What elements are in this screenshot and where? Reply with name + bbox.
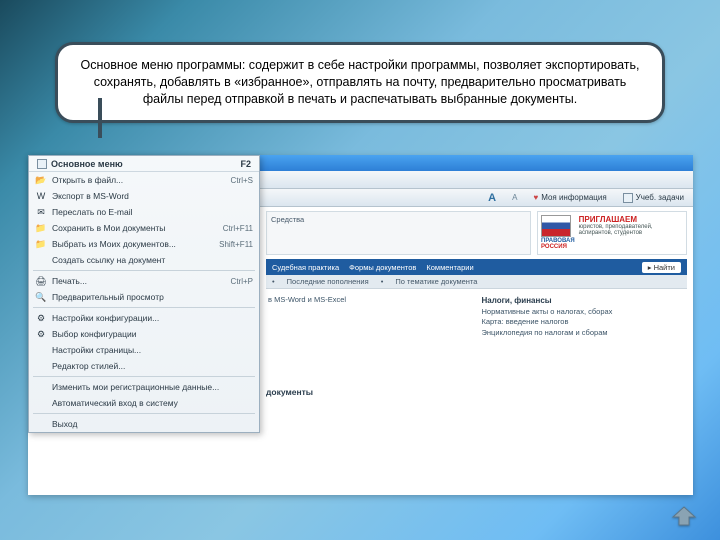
column-left: в MS-Word и MS-Excel — [268, 295, 472, 338]
banner-right[interactable]: ПРАВОВАЯ РОССИЯ ПРИГЛАШАЕМ юристов, преп… — [537, 211, 687, 255]
menu-separator — [33, 413, 255, 414]
my-info-button[interactable]: ♥Моя информация — [528, 191, 611, 204]
menu-item[interactable]: W Экспорт в MS-Word — [29, 188, 259, 204]
menu-item-label: Сохранить в Мои документы — [52, 223, 165, 233]
main-menu-header: Основное меню F2 — [29, 156, 259, 172]
page-up-arrow-icon[interactable] — [668, 504, 700, 528]
nav-item[interactable]: Судебная практика — [272, 263, 339, 272]
menu-item-icon: 📂 — [35, 174, 47, 186]
menu-item-label: Открыть в файл... — [52, 175, 123, 185]
menu-separator — [33, 376, 255, 377]
main-menu-dropdown: Основное меню F2 📂 Открыть в файл... Ctrl+… — [28, 155, 260, 433]
menu-item[interactable]: ⚙ Выбор конфигурации — [29, 326, 259, 342]
menu-item-label: Редактор стилей... — [52, 361, 125, 371]
menu-item-label: Автоматический вход в систему — [52, 398, 178, 408]
sub-tabs: •Последние пополнения •По тематике докум… — [266, 275, 687, 289]
menu-item-icon: 🔍 — [35, 291, 47, 303]
invite-text: юристов, преподавателей, аспирантов, сту… — [579, 224, 683, 237]
menu-item-icon — [35, 254, 47, 266]
menu-item-label: Изменить мои регистрационные данные... — [52, 382, 219, 392]
menu-item-icon: W — [35, 190, 47, 202]
menu-separator — [33, 270, 255, 271]
menu-item-icon: 🖨 — [35, 275, 47, 287]
menu-item[interactable]: Настройки страницы... — [29, 342, 259, 358]
font-smaller-button[interactable]: A — [507, 191, 522, 204]
callout-text: Основное меню программы: содержит в себе… — [80, 58, 639, 106]
menu-item-exit[interactable]: Выход — [29, 416, 259, 432]
menu-item[interactable]: Автоматический вход в систему — [29, 395, 259, 411]
menu-item-label: Экспорт в MS-Word — [52, 191, 129, 201]
menu-item[interactable]: 📁 Выбрать из Моих документов... Shift+F11 — [29, 236, 259, 252]
menu-item-hotkey: Ctrl+F11 — [223, 224, 253, 233]
menu-item-label: Печать... — [52, 276, 87, 286]
menu-item-hotkey: Ctrl+S — [231, 176, 253, 185]
col2-heading: Налоги, финансы — [482, 296, 552, 305]
menu-item[interactable]: ✉ Переслать по E-mail — [29, 204, 259, 220]
nav-item[interactable]: Комментарии — [426, 263, 473, 272]
menu-item-icon: ✉ — [35, 206, 47, 218]
font-larger-button[interactable]: A — [483, 190, 501, 206]
menu-item-icon: ⚙ — [35, 328, 47, 340]
menu-item-label: Настройки страницы... — [52, 345, 141, 355]
menu-item-label: Выбор конфигурации — [52, 329, 137, 339]
menu-item[interactable]: 🖨 Печать... Ctrl+P — [29, 273, 259, 289]
nav-item[interactable]: Формы документов — [349, 263, 416, 272]
menu-separator — [33, 307, 255, 308]
menu-item-icon — [35, 397, 47, 409]
menu-item[interactable]: Изменить мои регистрационные данные... — [29, 379, 259, 395]
menu-item-icon — [35, 344, 47, 356]
tasks-button[interactable]: Учеб. задачи — [618, 191, 689, 205]
link[interactable]: Энциклопедия по налогам и сборам — [482, 328, 686, 339]
menu-item-icon — [35, 381, 47, 393]
find-button[interactable]: ▸ Найти — [642, 262, 681, 273]
link[interactable]: Карта: введение налогов — [482, 317, 686, 328]
menu-item[interactable]: Редактор стилей... — [29, 358, 259, 374]
banner-left: Средства — [266, 211, 531, 255]
menu-header-icon — [37, 159, 47, 169]
column-right: Налоги, финансы Нормативные акты о налог… — [482, 295, 686, 338]
description-callout: Основное меню программы: содержит в себе… — [55, 42, 665, 123]
menu-header-hotkey: F2 — [240, 159, 251, 169]
menu-item[interactable]: 📁 Сохранить в Мои документы Ctrl+F11 — [29, 220, 259, 236]
app-window: КОНСУЛЬТАНТ ПЛЮС — Справочная правовая с… — [28, 155, 693, 495]
menu-item-label: Предварительный просмотр — [52, 292, 164, 302]
content-area: Средства ПРАВОВАЯ РОССИЯ ПРИГЛАШАЕМ юрис… — [260, 207, 693, 495]
link[interactable]: Нормативные акты о налогах, сборах — [482, 307, 686, 318]
menu-item-label: Переслать по E-mail — [52, 207, 133, 217]
menu-item[interactable]: ⚙ Настройки конфигурации... — [29, 310, 259, 326]
heart-icon: ♥ — [533, 193, 538, 202]
menu-item-icon: 📁 — [35, 222, 47, 234]
blue-nav-bar: Судебная практика Формы документов Комме… — [266, 259, 687, 275]
menu-item-icon: 📁 — [35, 238, 47, 250]
menu-item-icon — [35, 360, 47, 372]
menu-item-label: Создать ссылку на документ — [52, 255, 165, 265]
menu-item[interactable]: Создать ссылку на документ — [29, 252, 259, 268]
menu-item[interactable]: 🔍 Предварительный просмотр — [29, 289, 259, 305]
tasks-icon — [623, 193, 633, 203]
documents-label: документы — [266, 387, 313, 397]
menu-item[interactable]: 📂 Открыть в файл... Ctrl+S — [29, 172, 259, 188]
menu-item-icon: ⚙ — [35, 312, 47, 324]
menu-item-hotkey: Ctrl+P — [231, 277, 253, 286]
tab-item[interactable]: Последние пополнения — [287, 277, 369, 286]
menu-item-hotkey: Shift+F11 — [219, 240, 253, 249]
tab-item[interactable]: По тематике документа — [395, 277, 477, 286]
menu-item-label: Настройки конфигурации... — [52, 313, 159, 323]
menu-item-label: Выбрать из Моих документов... — [52, 239, 176, 249]
invite-heading: ПРИГЛАШАЕМ — [579, 215, 683, 224]
flag-icon — [541, 215, 571, 237]
blank-icon — [35, 418, 47, 430]
